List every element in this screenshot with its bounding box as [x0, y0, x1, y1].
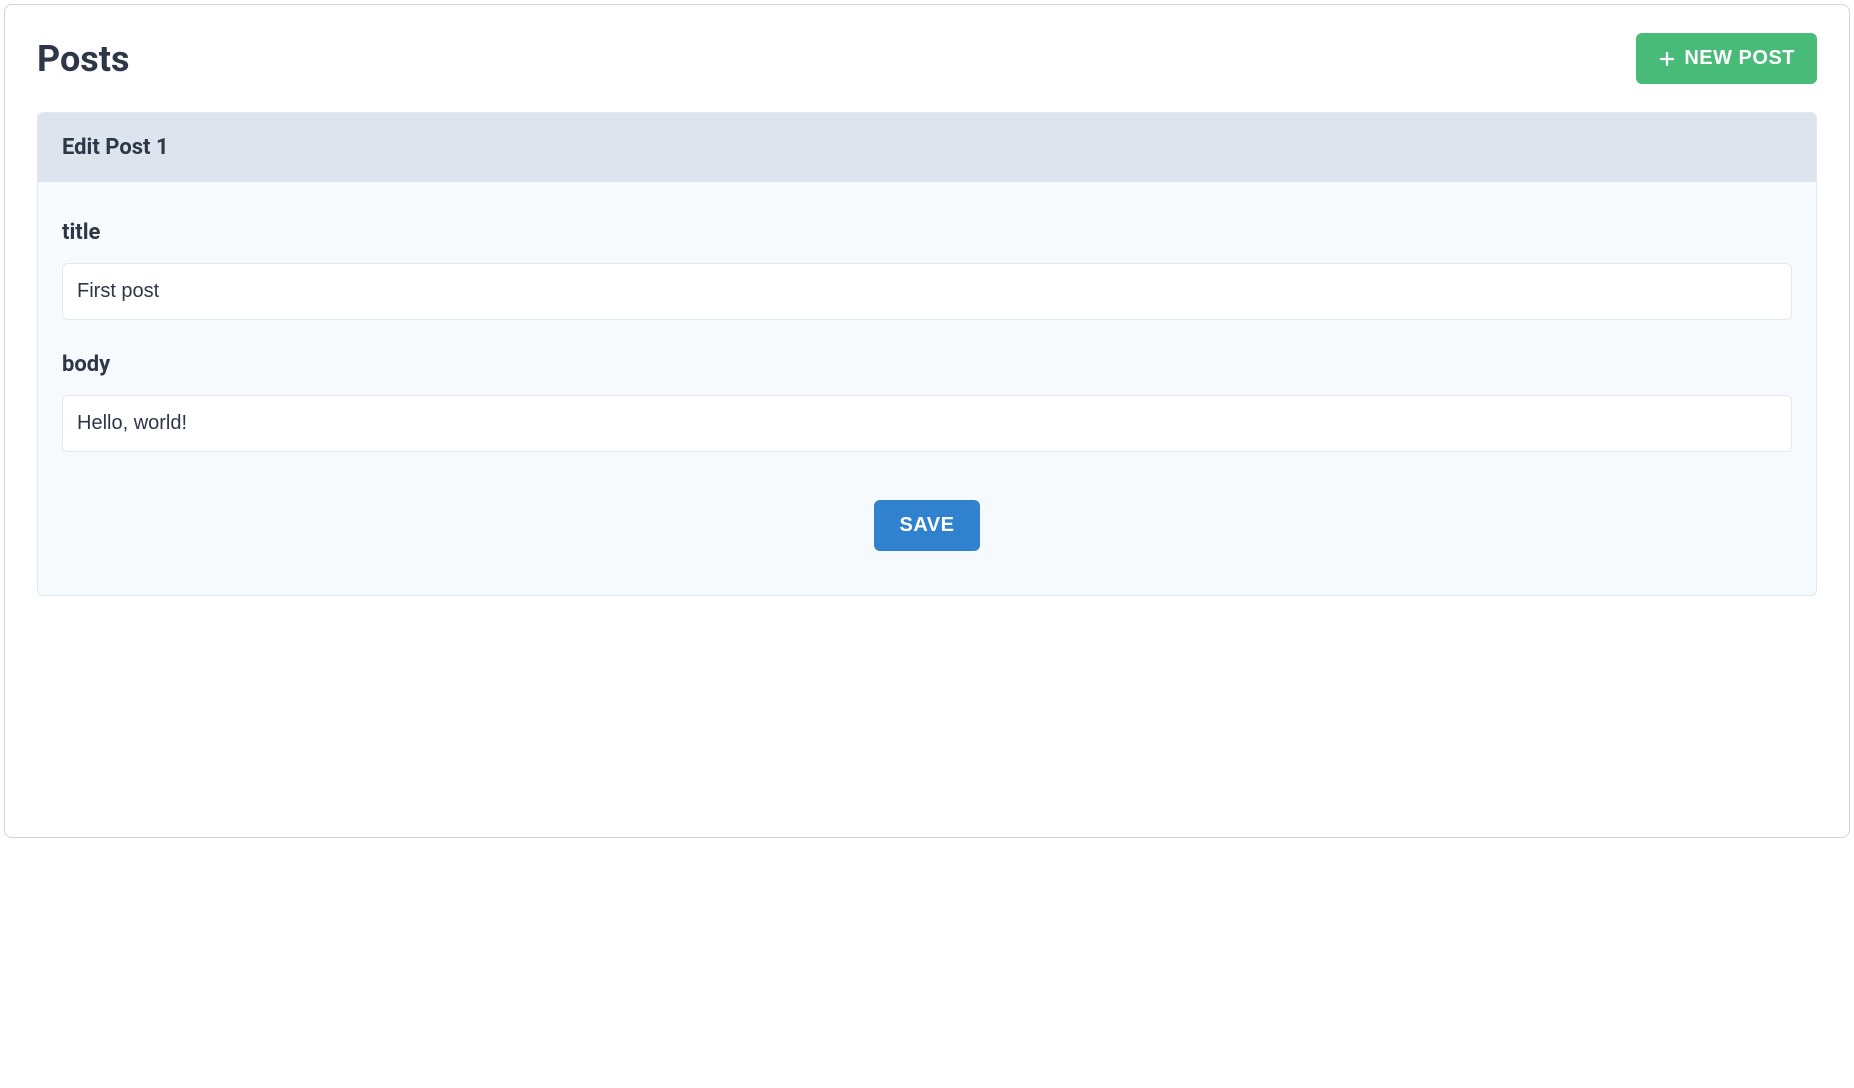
- body-label: body: [62, 352, 1792, 377]
- page-wrapper: Posts NEW POST Edit Post 1 title body SA…: [4, 4, 1850, 838]
- page-title: Posts: [37, 38, 129, 80]
- new-post-button-label: NEW POST: [1684, 47, 1795, 70]
- form-actions: SAVE: [62, 500, 1792, 551]
- save-button[interactable]: SAVE: [874, 500, 981, 551]
- new-post-button[interactable]: NEW POST: [1636, 33, 1817, 84]
- form-group-body: body: [62, 352, 1792, 452]
- plus-icon: [1658, 50, 1676, 68]
- header-row: Posts NEW POST: [37, 33, 1817, 84]
- title-input[interactable]: [62, 263, 1792, 320]
- save-button-label: SAVE: [900, 514, 955, 537]
- body-input[interactable]: [62, 395, 1792, 452]
- edit-post-card: Edit Post 1 title body SAVE: [37, 112, 1817, 596]
- form-group-title: title: [62, 220, 1792, 320]
- card-body: title body SAVE: [38, 182, 1816, 595]
- card-header: Edit Post 1: [38, 113, 1816, 182]
- title-label: title: [62, 220, 1792, 245]
